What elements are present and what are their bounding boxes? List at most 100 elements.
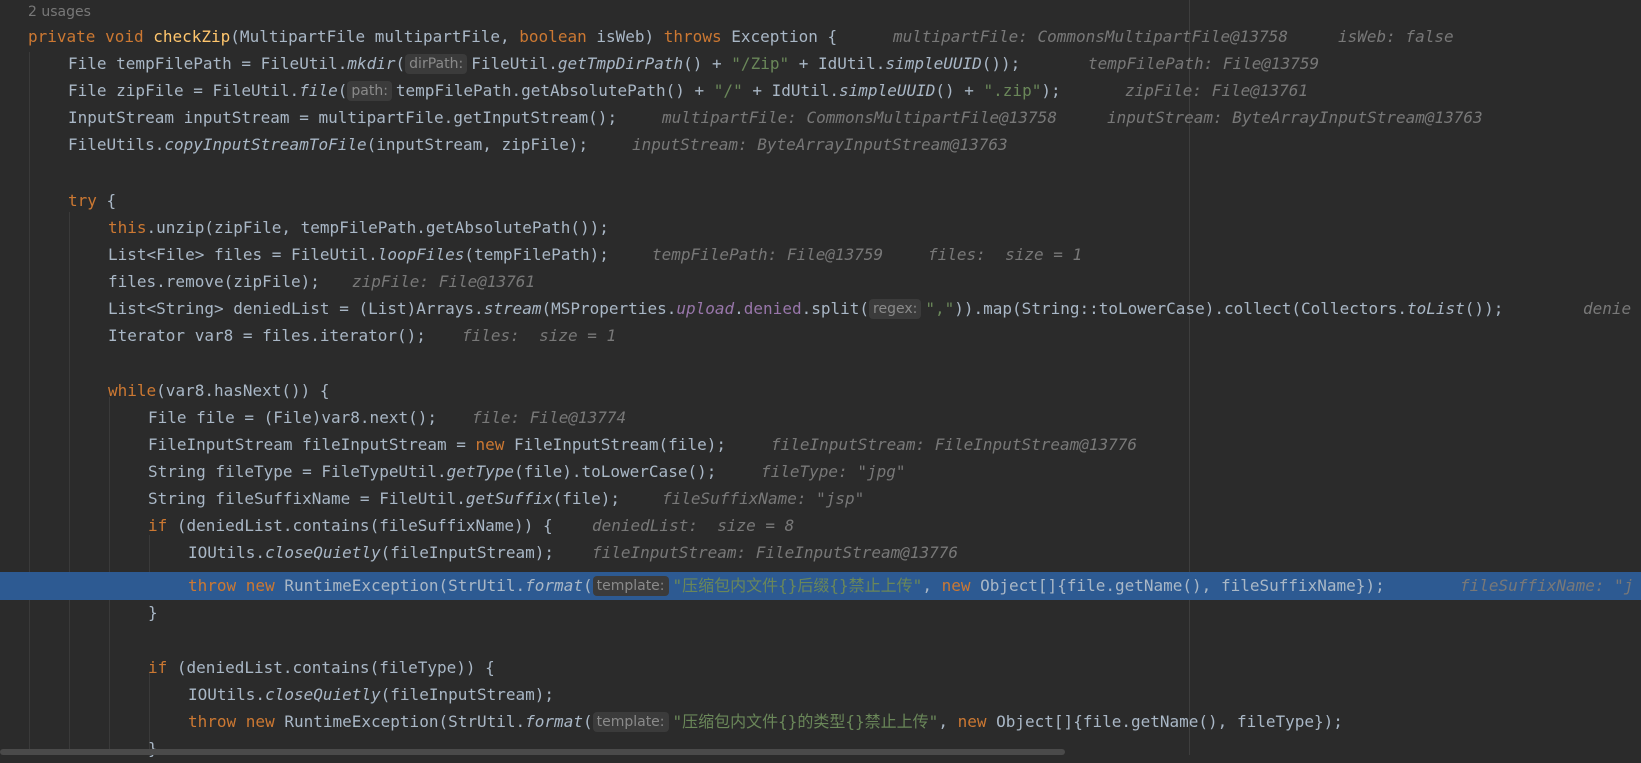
code-line[interactable]: try { — [0, 187, 1641, 215]
static-method: format — [525, 712, 583, 731]
static-method: toList — [1407, 299, 1465, 318]
keyword: throws — [663, 27, 732, 46]
code-text: (var8.hasNext()) { — [156, 381, 330, 400]
debug-value-hint: zipFile: File@13761 — [1125, 81, 1309, 100]
code-line[interactable]: files.remove(zipFile); zipFile: File@137… — [0, 268, 1641, 296]
code-text: . — [734, 299, 744, 318]
code-text: + IdUtil. — [742, 81, 840, 100]
string-literal: ".zip" — [983, 81, 1042, 100]
code-text: RuntimeException(StrUtil. — [284, 576, 526, 595]
code-text: (MSProperties. — [541, 299, 677, 318]
debug-value-hint: fileType: "jpg" — [761, 462, 906, 481]
code-text: + IdUtil. — [789, 54, 886, 73]
code-text: files.remove(zipFile); — [108, 272, 320, 291]
code-line[interactable]: List<String> deniedList = (List)Arrays.s… — [0, 295, 1641, 323]
code-line[interactable]: String fileType = FileTypeUtil.getType(f… — [0, 458, 1641, 486]
code-text: (file).toLowerCase(); — [514, 462, 717, 481]
code-text: )).map(String::toLowerCase).collect(Coll… — [954, 299, 1407, 318]
keyword: while — [108, 381, 157, 400]
code-text: (tempFilePath); — [464, 245, 609, 264]
code-line[interactable]: throw new RuntimeException(StrUtil.forma… — [0, 708, 1641, 736]
code-text: ( — [395, 54, 406, 73]
code-text: , — [938, 712, 958, 731]
parameter-hint: dirPath: — [405, 54, 468, 74]
code-text: FileInputStream fileInputStream = — [148, 435, 476, 454]
keyword: new — [475, 435, 515, 454]
current-execution-line[interactable]: throw new RuntimeException(StrUtil.forma… — [0, 572, 1641, 600]
debug-value-hint: tempFilePath: File@13759 — [652, 245, 884, 264]
code-text: ( — [582, 712, 593, 731]
static-method: simpleUUID — [885, 54, 982, 73]
debug-value-hint: inputStream: ByteArrayInputStream@13763 — [632, 135, 1008, 154]
code-text: (fileInputStream); — [380, 685, 555, 704]
string-literal: "," — [925, 299, 955, 318]
code-line[interactable]: File tempFilePath = FileUtil.mkdir(dirPa… — [0, 50, 1641, 78]
code-line[interactable]: FileUtils.copyInputStreamToFile(inputStr… — [0, 131, 1641, 159]
string-literal: "/" — [713, 81, 743, 100]
code-text: (deniedList.contains(fileType)) { — [176, 658, 495, 677]
code-text: .split( — [801, 299, 870, 318]
keyword: if — [148, 516, 177, 535]
code-line[interactable]: } — [0, 599, 1641, 627]
code-text: (fileInputStream); — [380, 543, 555, 562]
static-method: file — [299, 81, 338, 100]
static-method: mkdir — [347, 54, 396, 73]
horizontal-scrollbar[interactable] — [0, 749, 1065, 755]
debug-value-hint: tempFilePath: File@13759 — [1088, 54, 1320, 73]
code-line[interactable]: if (deniedList.contains(fileType)) { — [0, 654, 1641, 682]
parameter-hint: path: — [347, 81, 392, 101]
string-literal: "/Zip" — [731, 54, 790, 73]
code-text: .unzip(zipFile, tempFilePath.getAbsolute… — [146, 218, 609, 237]
code-text: isWeb) — [596, 27, 664, 46]
debug-value-hint: deniedList: size = 8 — [592, 516, 795, 535]
code-line[interactable]: File file = (File)var8.next(); file: Fil… — [0, 404, 1641, 432]
keyword: private void — [28, 27, 154, 46]
code-text: String fileSuffixName = FileUtil. — [148, 489, 466, 508]
static-method: closeQuietly — [265, 543, 381, 562]
code-text: ( — [337, 81, 348, 100]
code-line[interactable]: Iterator var8 = files.iterator(); files:… — [0, 322, 1641, 350]
code-text: List<File> files = FileUtil. — [108, 245, 378, 264]
parameter-hint: template: — [592, 712, 669, 732]
debug-value-hint: fileInputStream: FileInputStream@13776 — [592, 543, 959, 562]
code-line[interactable]: while(var8.hasNext()) { — [0, 377, 1641, 405]
code-text: (MultipartFile multipartFile, — [230, 27, 520, 46]
code-text: String fileType = FileTypeUtil. — [148, 462, 447, 481]
code-text: Exception { — [731, 27, 838, 46]
string-literal: "压缩包内文件{}后缀{}禁止上传" — [672, 576, 923, 595]
code-text: { — [96, 191, 117, 210]
code-line[interactable]: IOUtils.closeQuietly(fileInputStream); f… — [0, 539, 1641, 567]
code-text: () + — [683, 54, 732, 73]
debug-value-hint: files: size = 1 — [462, 326, 617, 345]
code-text: ); — [1041, 81, 1061, 100]
static-method: getType — [446, 462, 515, 481]
code-text: (inputStream, zipFile); — [366, 135, 589, 154]
string-literal: "压缩包内文件{}的类型{}禁止上传" — [672, 712, 939, 731]
code-text: Object[]{file.getName(), fileType}); — [996, 712, 1343, 731]
code-line[interactable]: List<File> files = FileUtil.loopFiles(te… — [0, 241, 1641, 269]
code-text: ()); — [1464, 299, 1504, 318]
code-line[interactable]: InputStream inputStream = multipartFile.… — [0, 104, 1641, 132]
debug-value-hint: fileSuffixName: "j — [1460, 576, 1634, 595]
static-method: getTmpDirPath — [557, 54, 684, 73]
code-text: ( — [582, 576, 593, 595]
keyword: new — [957, 712, 997, 731]
debug-value-hint: zipFile: File@13761 — [352, 272, 536, 291]
code-text: Object[]{file.getName(), fileSuffixName}… — [980, 576, 1385, 595]
keyword: try — [68, 191, 97, 210]
code-text: (file); — [552, 489, 621, 508]
code-line[interactable]: String fileSuffixName = FileUtil.getSuff… — [0, 485, 1641, 513]
code-line[interactable]: FileInputStream fileInputStream = new Fi… — [0, 431, 1641, 459]
static-method: getSuffix — [465, 489, 553, 508]
code-line[interactable]: private void checkZip(MultipartFile mult… — [0, 23, 1641, 51]
code-text: FileUtils. — [68, 135, 165, 154]
static-method: format — [525, 576, 583, 595]
code-line[interactable]: this.unzip(zipFile, tempFilePath.getAbso… — [0, 214, 1641, 242]
code-text: FileInputStream(file); — [514, 435, 726, 454]
code-line[interactable]: if (deniedList.contains(fileSuffixName))… — [0, 512, 1641, 540]
code-text: (deniedList.contains(fileSuffixName)) { — [176, 516, 553, 535]
code-line[interactable]: IOUtils.closeQuietly(fileInputStream); — [0, 681, 1641, 709]
usages-hint[interactable]: 2 usages — [28, 2, 91, 22]
code-line[interactable]: File zipFile = FileUtil.file(path: tempFi… — [0, 77, 1641, 105]
static-method: loopFiles — [377, 245, 465, 264]
